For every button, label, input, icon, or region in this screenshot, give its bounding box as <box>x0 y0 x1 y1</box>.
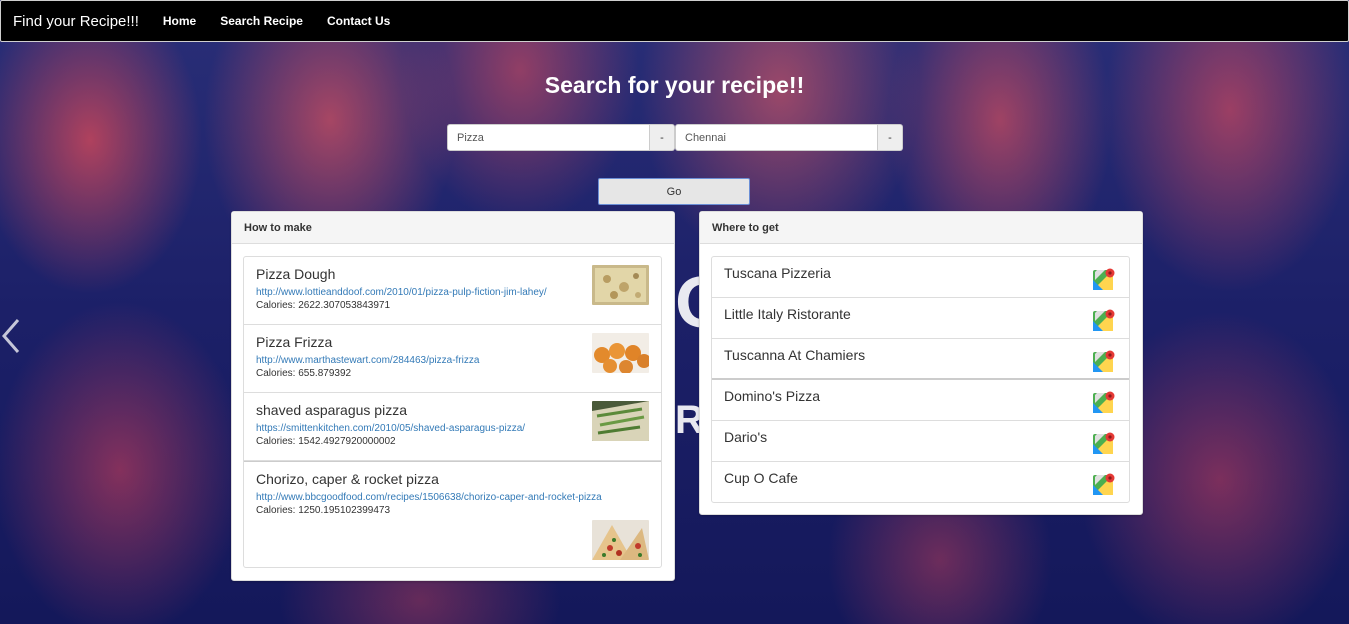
city-clear-button[interactable]: - <box>878 124 903 151</box>
place-name: Little Italy Ristorante <box>724 306 851 322</box>
recipe-name: Pizza Dough <box>256 266 336 282</box>
place-item[interactable]: Tuscanna At Chamiers <box>712 339 1129 380</box>
nav-contact-us[interactable]: Contact Us <box>327 14 390 28</box>
google-maps-icon[interactable] <box>1093 350 1115 372</box>
nav-home[interactable]: Home <box>163 14 196 28</box>
recipe-item[interactable]: Pizza Dough http://www.lottieanddoof.com… <box>244 257 661 325</box>
page-title: Search for your recipe!! <box>544 72 805 98</box>
go-button[interactable]: Go <box>598 178 750 205</box>
google-maps-icon[interactable] <box>1093 432 1115 454</box>
place-item[interactable]: Tuscana Pizzeria <box>712 257 1129 298</box>
recipe-item[interactable]: Pizza Frizza http://www.marthastewart.co… <box>244 325 661 393</box>
recipe-calories: Calories: 1250.195102399473 <box>256 505 390 516</box>
how-to-make-panel: How to make Pizza Dough http://www.lotti… <box>231 211 675 581</box>
place-name: Tuscana Pizzeria <box>724 265 831 281</box>
background-logo-fragment: R <box>675 398 699 442</box>
place-item[interactable]: Cup O Cafe <box>712 462 1129 503</box>
google-maps-icon[interactable] <box>1093 268 1115 290</box>
city-search-group: - <box>675 124 903 151</box>
recipe-image <box>592 401 649 441</box>
place-name: Tuscanna At Chamiers <box>724 347 866 363</box>
recipe-name: shaved asparagus pizza <box>256 402 407 418</box>
brand-title[interactable]: Find your Recipe!!! <box>1 13 139 30</box>
recipe-name: Chorizo, caper & rocket pizza <box>256 471 439 487</box>
nav-search-recipe[interactable]: Search Recipe <box>220 14 303 28</box>
recipe-clear-button[interactable]: - <box>650 124 675 151</box>
place-item[interactable]: Little Italy Ristorante <box>712 298 1129 339</box>
recipe-calories: Calories: 1542.4927920000002 <box>256 436 396 447</box>
recipe-link[interactable]: http://www.lottieanddoof.com/2010/01/piz… <box>256 287 649 299</box>
carousel-prev-icon[interactable] <box>0 316 26 356</box>
recipe-input[interactable] <box>447 124 650 151</box>
recipe-calories: Calories: 2622.307053843971 <box>256 300 390 311</box>
recipe-link[interactable]: https://smittenkitchen.com/2010/05/shave… <box>256 423 649 435</box>
place-item[interactable]: Dario's <box>712 421 1129 462</box>
place-item[interactable]: Domino's Pizza <box>712 380 1129 421</box>
place-name: Dario's <box>724 429 768 445</box>
recipe-search-group: - <box>447 124 675 151</box>
place-name: Domino's Pizza <box>724 388 821 404</box>
place-list: Tuscana Pizzeria Little Italy Ristorante… <box>711 256 1130 503</box>
recipe-link[interactable]: http://www.bbcgoodfood.com/recipes/15066… <box>256 492 649 504</box>
google-maps-icon[interactable] <box>1093 391 1115 413</box>
google-maps-icon[interactable] <box>1093 309 1115 331</box>
where-to-get-heading: Where to get <box>700 212 1142 244</box>
recipe-link[interactable]: http://www.marthastewart.com/284463/pizz… <box>256 355 649 367</box>
recipe-item[interactable]: Chorizo, caper & rocket pizza http://www… <box>244 461 661 567</box>
recipe-name: Pizza Frizza <box>256 334 333 350</box>
recipe-image <box>592 265 649 305</box>
recipe-image <box>592 520 649 560</box>
recipe-calories: Calories: 655.879392 <box>256 368 352 379</box>
city-input[interactable] <box>675 124 878 151</box>
how-to-make-heading: How to make <box>232 212 674 244</box>
recipe-image <box>592 333 649 373</box>
where-to-get-panel: Where to get Tuscana Pizzeria Little Ita… <box>699 211 1143 515</box>
navbar: Find your Recipe!!! Home Search Recipe C… <box>0 0 1349 42</box>
place-name: Cup O Cafe <box>724 470 798 486</box>
google-maps-icon[interactable] <box>1093 473 1115 495</box>
recipe-item[interactable]: shaved asparagus pizza https://smittenki… <box>244 393 661 461</box>
recipe-list: Pizza Dough http://www.lottieanddoof.com… <box>243 256 662 568</box>
